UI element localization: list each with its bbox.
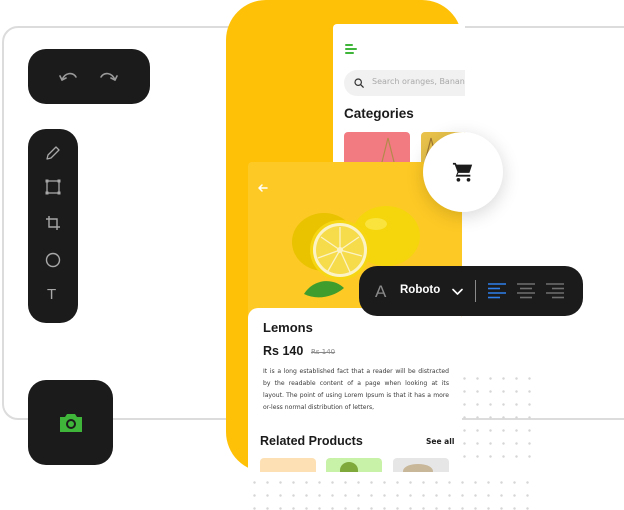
related-product-card[interactable]: [326, 458, 382, 472]
crop-icon[interactable]: [45, 215, 61, 231]
tools-toolbar: T: [28, 129, 78, 323]
search-placeholder: Search oranges, Banan: [372, 77, 465, 86]
text-tool-icon[interactable]: T: [47, 286, 56, 303]
hamburger-menu-icon[interactable]: [333, 24, 365, 60]
dot-pattern: [458, 372, 538, 464]
font-toolbar: A Roboto: [359, 266, 583, 316]
product-detail-card: Lemons Rs 140 Rs 140 It is a long establ…: [248, 308, 462, 472]
font-icon: A: [375, 282, 387, 301]
divider: [475, 280, 476, 302]
redo-icon[interactable]: [98, 69, 118, 83]
product-image: [403, 464, 433, 472]
pencil-icon[interactable]: [45, 145, 61, 161]
search-icon: [354, 78, 364, 88]
product-name: Lemons: [263, 320, 313, 335]
app-screen-product-detail: Lemons Rs 140 Rs 140 It is a long establ…: [248, 162, 462, 472]
align-center-icon[interactable]: [517, 283, 535, 299]
align-left-icon[interactable]: [488, 283, 506, 299]
related-product-card[interactable]: [260, 458, 316, 472]
circle-icon[interactable]: [45, 252, 61, 268]
chevron-down-icon[interactable]: [452, 288, 463, 296]
search-bar[interactable]: Search oranges, Banan: [344, 70, 465, 96]
product-old-price: Rs 140: [311, 348, 336, 356]
camera-icon: [60, 414, 82, 432]
history-toolbar: [28, 49, 150, 104]
rectangle-icon[interactable]: [45, 179, 61, 195]
categories-title: Categories: [344, 106, 414, 121]
font-family-select[interactable]: Roboto: [400, 284, 440, 296]
align-right-icon[interactable]: [546, 283, 564, 299]
cart-button[interactable]: [423, 132, 503, 212]
back-arrow-icon[interactable]: [257, 182, 269, 194]
shopping-cart-icon: [452, 162, 473, 182]
related-product-card[interactable]: [393, 458, 449, 472]
undo-icon[interactable]: [59, 69, 79, 83]
related-products-title: Related Products: [260, 434, 363, 448]
camera-button[interactable]: [28, 380, 113, 465]
product-price: Rs 140: [263, 344, 304, 358]
avocado-image: [340, 462, 358, 472]
dot-pattern: [248, 476, 538, 510]
see-all-link[interactable]: See all: [426, 437, 454, 446]
product-description: It is a long established fact that a rea…: [263, 368, 449, 411]
